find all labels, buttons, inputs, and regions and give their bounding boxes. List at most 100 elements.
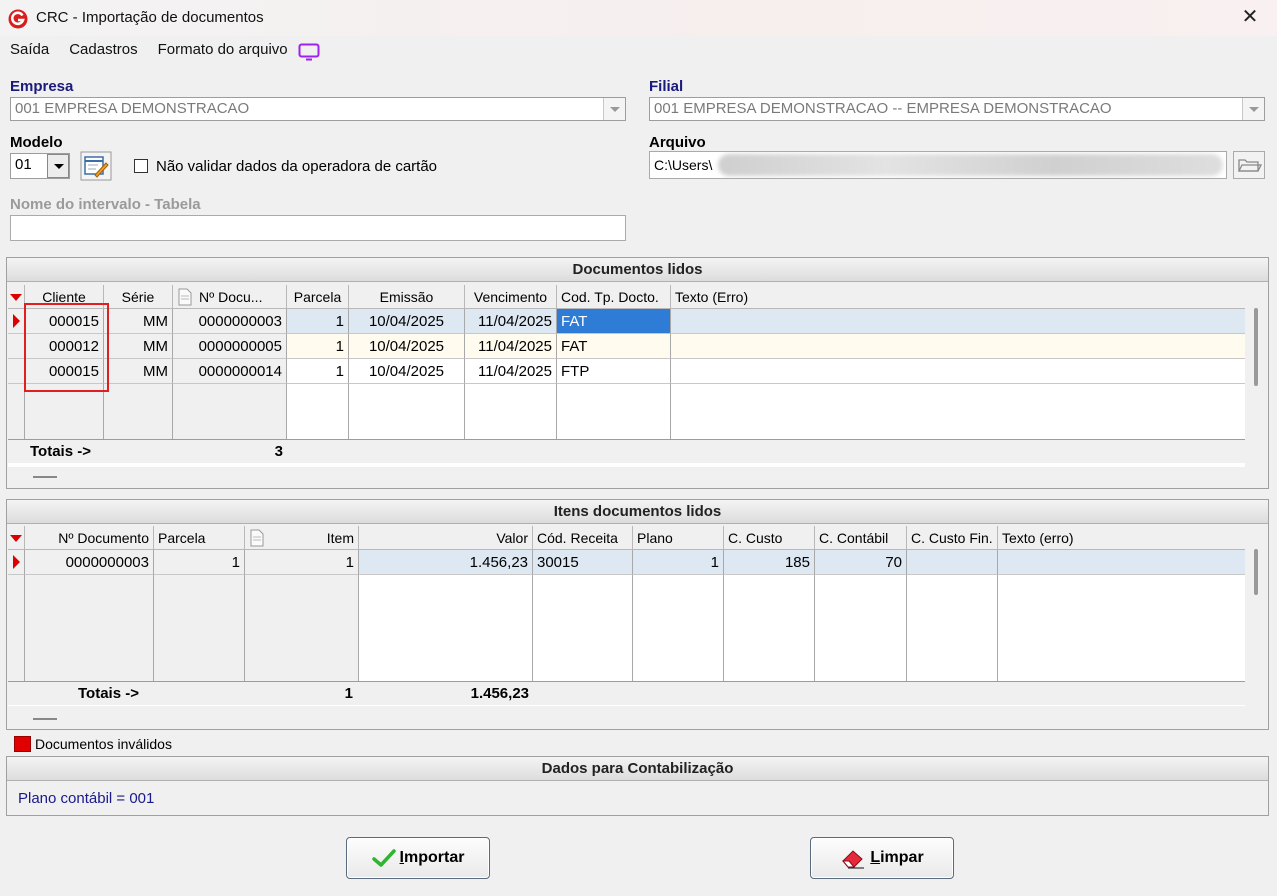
table-row-cell[interactable]: 1	[633, 550, 724, 575]
itens-panel: Itens documentos lidos Nº Documento Parc…	[6, 499, 1269, 730]
table-row-cell[interactable]: 0000000003	[173, 309, 287, 334]
menu-formato-arquivo[interactable]: Formato do arquivo	[158, 41, 288, 58]
grid-line	[723, 575, 724, 681]
table-row-cell[interactable]: 30015	[533, 550, 633, 575]
table-row-cell[interactable]: FAT	[557, 309, 671, 334]
table-row-cell[interactable]	[671, 309, 1245, 334]
open-file-button[interactable]	[1233, 151, 1265, 179]
limpar-button[interactable]: Limpar	[810, 837, 954, 879]
table-row-cell[interactable]: 1	[154, 550, 245, 575]
table-row-cell[interactable]: 1	[245, 550, 359, 575]
table-row-cell[interactable]: 0000000003	[25, 550, 154, 575]
documentos-totals: Totais -> 3	[8, 439, 1245, 463]
table-row-cell[interactable]: MM	[104, 334, 173, 359]
menu-saida[interactable]: Saída	[10, 41, 49, 58]
table-row-cell[interactable]	[671, 359, 1245, 384]
window-title: CRC - Importação de documentos	[36, 9, 264, 26]
filial-combo[interactable]: 001 EMPRESA DEMONSTRACAO -- EMPRESA DEMO…	[649, 97, 1265, 121]
table-row-cell[interactable]	[671, 334, 1245, 359]
invalid-legend-label: Documentos inválidos	[35, 736, 172, 752]
current-row-icon	[13, 314, 20, 328]
table-row-cell[interactable]: 10/04/2025	[349, 309, 465, 334]
eraser-icon	[842, 850, 865, 869]
itens-grid[interactable]: Nº Documento Parcela Item Valor Cód. Rec…	[8, 526, 1245, 706]
col-texto-erro[interactable]: Texto (erro)	[998, 526, 1245, 550]
col-nr-docu[interactable]: Nº Docu...	[173, 285, 287, 309]
chevron-down-icon[interactable]	[603, 98, 625, 120]
itens-scrollbar[interactable]	[1254, 549, 1258, 595]
empty-fixed-area	[8, 575, 359, 681]
col-c-custo[interactable]: C. Custo	[724, 526, 815, 550]
table-row-cell[interactable]: 1	[287, 309, 349, 334]
row-indicator	[8, 359, 25, 384]
table-row-cell[interactable]: MM	[104, 359, 173, 384]
documentos-grid[interactable]: Cliente Série Nº Docu... Parcela Emissão…	[8, 285, 1245, 467]
indicator-header	[8, 526, 25, 550]
table-row-cell[interactable]: 10/04/2025	[349, 334, 465, 359]
table-row-cell[interactable]: 185	[724, 550, 815, 575]
intervalo-input[interactable]	[10, 215, 626, 241]
col-plano[interactable]: Plano	[633, 526, 724, 550]
itens-title: Itens documentos lidos	[7, 500, 1268, 524]
table-row-cell[interactable]: 10/04/2025	[349, 359, 465, 384]
filial-label: Filial	[649, 78, 684, 95]
table-row-cell[interactable]: MM	[104, 309, 173, 334]
modelo-value: 01	[15, 156, 32, 173]
importar-button[interactable]: Importar	[346, 837, 490, 879]
chevron-down-icon[interactable]	[47, 154, 69, 178]
col-item[interactable]: Item	[245, 526, 359, 550]
modelo-combo[interactable]: 01	[10, 153, 70, 179]
plano-contabil: Plano contábil = 001	[18, 790, 155, 807]
monitor-icon[interactable]	[298, 43, 320, 61]
table-row-cell[interactable]: 11/04/2025	[465, 359, 557, 384]
grid-line	[632, 575, 633, 681]
empresa-label: Empresa	[10, 78, 74, 95]
col-parcela[interactable]: Parcela	[287, 285, 349, 309]
menu-bar: Saída Cadastros Formato do arquivo	[0, 36, 1277, 62]
table-row-cell[interactable]: 0000000005	[173, 334, 287, 359]
modelo-label: Modelo	[10, 134, 63, 151]
table-row-cell[interactable]: 1	[287, 334, 349, 359]
chevron-down-icon[interactable]	[1242, 98, 1264, 120]
arquivo-input[interactable]: C:\Users\	[649, 151, 1227, 179]
col-vencimento[interactable]: Vencimento	[465, 285, 557, 309]
empresa-combo[interactable]: 001 EMPRESA DEMONSTRACAO	[10, 97, 626, 121]
col-nr-documento[interactable]: Nº Documento	[25, 526, 154, 550]
splitter-handle[interactable]	[33, 476, 57, 478]
nao-validar-checkbox[interactable]	[134, 159, 148, 173]
empresa-value: 001 EMPRESA DEMONSTRACAO	[15, 100, 250, 117]
document-icon	[250, 529, 264, 547]
table-row-cell[interactable]	[998, 550, 1245, 575]
itens-totals: Totais -> 1 1.456,23	[8, 681, 1245, 705]
table-row-cell[interactable]: 1.456,23	[359, 550, 533, 575]
col-c-contabil[interactable]: C. Contábil	[815, 526, 907, 550]
col-emissao[interactable]: Emissão	[349, 285, 465, 309]
grid-line	[997, 575, 998, 681]
check-icon	[371, 849, 396, 867]
col-parcela[interactable]: Parcela	[154, 526, 245, 550]
table-row-cell[interactable]: 1	[287, 359, 349, 384]
documentos-scrollbar[interactable]	[1254, 308, 1258, 386]
col-c-custo-fin[interactable]: C. Custo Fin.	[907, 526, 998, 550]
edit-model-icon[interactable]	[80, 151, 112, 181]
table-row-cell[interactable]: 11/04/2025	[465, 309, 557, 334]
limpar-label-rest: impar	[880, 849, 924, 866]
table-row-cell[interactable]: 0000000014	[173, 359, 287, 384]
table-row-cell[interactable]: 70	[815, 550, 907, 575]
documentos-title: Documentos lidos	[7, 258, 1268, 282]
table-row-cell[interactable]: FAT	[557, 334, 671, 359]
col-cod-tp-docto[interactable]: Cod. Tp. Docto.	[557, 285, 671, 309]
col-serie[interactable]: Série	[104, 285, 173, 309]
menu-cadastros[interactable]: Cadastros	[69, 41, 137, 58]
table-row-cell[interactable]: FTP	[557, 359, 671, 384]
table-row-cell[interactable]	[907, 550, 998, 575]
col-cod-receita[interactable]: Cód. Receita	[533, 526, 633, 550]
totals-valor: 1.456,23	[470, 685, 529, 702]
close-icon[interactable]: ✕	[1239, 6, 1261, 28]
col-texto-erro[interactable]: Texto (Erro)	[671, 285, 1245, 309]
table-row-cell[interactable]: 11/04/2025	[465, 334, 557, 359]
col-valor[interactable]: Valor	[359, 526, 533, 550]
splitter-handle[interactable]	[33, 718, 57, 720]
totals-label: Totais ->	[30, 443, 91, 460]
folder-open-icon	[1237, 159, 1263, 172]
